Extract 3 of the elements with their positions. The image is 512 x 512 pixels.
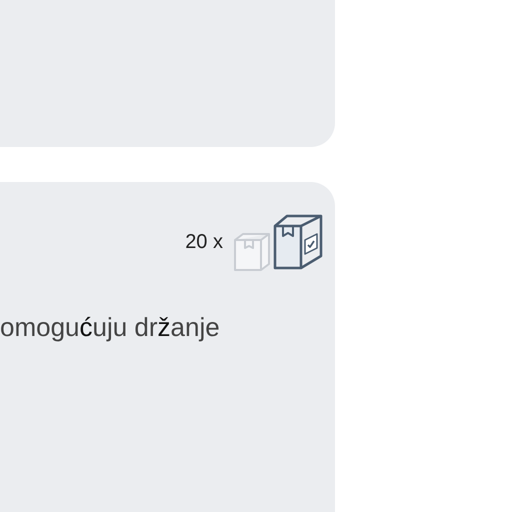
boxes-icon	[231, 212, 325, 272]
quantity-label: 20 x	[185, 230, 223, 254]
description-text: omogućuju držanje	[0, 312, 221, 343]
